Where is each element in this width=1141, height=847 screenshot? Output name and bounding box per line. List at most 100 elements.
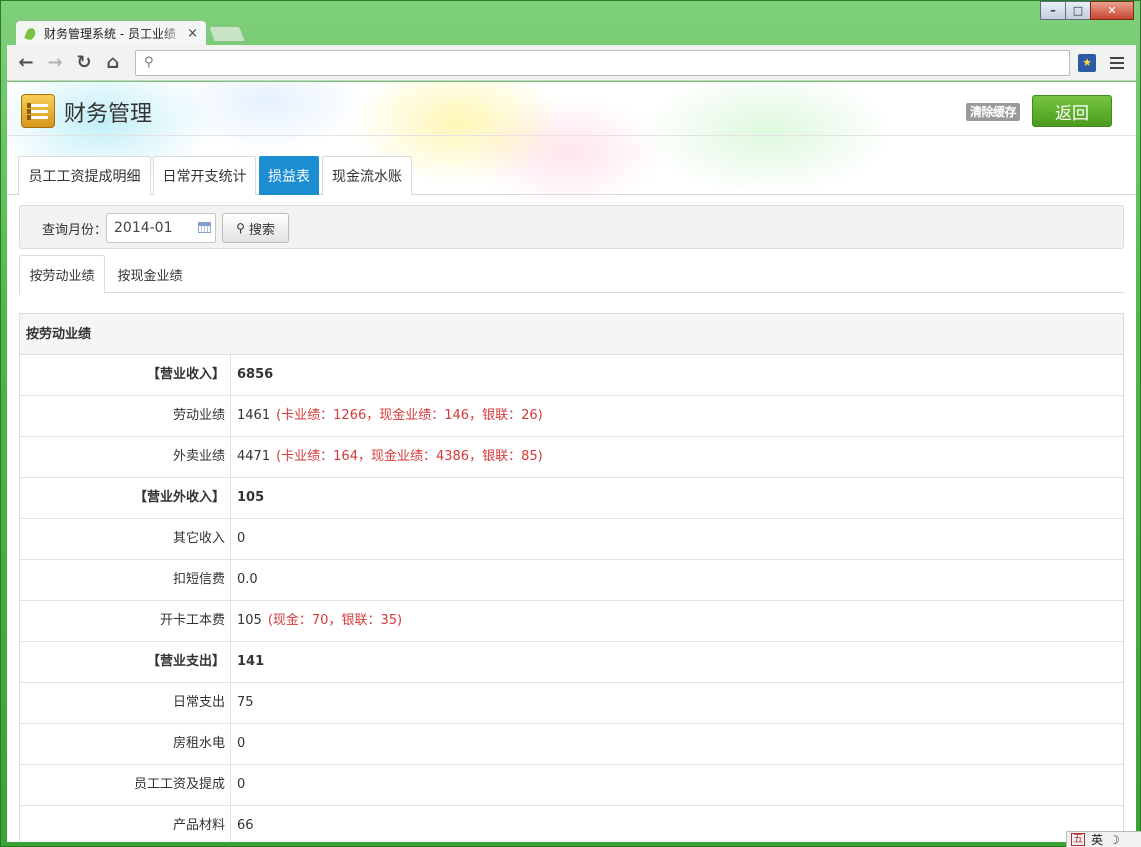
search-button-label: 搜索 xyxy=(248,222,275,238)
row-label: 【营业收入】 xyxy=(20,355,231,395)
month-input[interactable]: 2014-01 xyxy=(106,213,216,243)
window-controls: – □ ✕ xyxy=(1040,1,1134,20)
row-value: 105 xyxy=(237,490,265,505)
profit-loss-table: 【营业收入】 6856 劳动业绩 1461 (卡业绩：1266，现金业绩：146，银联：… xyxy=(20,355,1123,842)
row-label: 房租水电 xyxy=(20,724,231,764)
clear-cache-button[interactable]: 清除缓存 xyxy=(966,103,1021,121)
row-label: 【营业外收入】 xyxy=(20,478,231,518)
search-bar: 查询月份： 2014-01 ⚲ 搜索 xyxy=(19,205,1124,249)
row-label: 开卡工本费 xyxy=(20,601,231,641)
page-content: 财务管理 清除缓存 返回 员工工资提成明细 日常开支统计 损益表 现金流水账 查… xyxy=(7,82,1136,842)
app-header: 财务管理 清除缓存 返回 xyxy=(7,82,1136,136)
row-value-cell: 105 xyxy=(231,478,264,518)
row-value-cell: 105 (现金：70，银联：35) xyxy=(231,601,402,641)
moon-icon: ☽ xyxy=(1109,832,1120,847)
ime-language: 英 xyxy=(1091,833,1104,847)
close-window-button[interactable]: ✕ xyxy=(1090,1,1134,20)
row-value: 0 xyxy=(237,531,246,546)
profit-loss-panel: 按劳动业绩 【营业收入】 6856 劳动业绩 1461 (卡业绩：1266，现金业绩：1… xyxy=(19,313,1124,842)
table-row: 开卡工本费 105 (现金：70，银联：35) xyxy=(20,601,1123,642)
browser-tab-active[interactable]: 财务管理系统 - 员工业绩 × xyxy=(15,20,207,46)
menu-icon[interactable] xyxy=(1110,56,1124,69)
search-icon: ⚲ xyxy=(236,221,245,235)
table-row: 产品材料 66 xyxy=(20,806,1123,842)
app-logo-icon xyxy=(21,94,55,128)
ime-indicator[interactable]: 五 英 ☽ xyxy=(1066,831,1141,847)
leaf-favicon-icon xyxy=(24,27,38,41)
home-icon[interactable]: ⌂ xyxy=(100,50,126,76)
browser-toolbar: ← → ↻ ⌂ ⚲ ★ xyxy=(7,45,1136,81)
page-title: 财务管理 xyxy=(64,102,153,127)
search-icon: ⚲ xyxy=(144,55,154,70)
table-row: 房租水电 0 xyxy=(20,724,1123,765)
browser-tab-title: 财务管理系统 - 员工业绩 xyxy=(44,27,176,41)
row-value: 4471 xyxy=(237,449,271,464)
table-row: 【营业支出】 141 xyxy=(20,642,1123,683)
table-row: 【营业收入】 6856 xyxy=(20,355,1123,396)
table-row: 员工工资及提成 0 xyxy=(20,765,1123,806)
row-label: 产品材料 xyxy=(20,806,231,842)
tab-close-icon[interactable]: × xyxy=(187,26,198,41)
minimize-button[interactable]: – xyxy=(1040,1,1066,20)
back-arrow-icon[interactable]: ← xyxy=(13,50,39,76)
row-label: 【营业支出】 xyxy=(20,642,231,682)
table-row: 扣短信费 0.0 xyxy=(20,560,1123,601)
new-tab-button[interactable] xyxy=(208,26,246,42)
main-tabs: 员工工资提成明细 日常开支统计 损益表 现金流水账 xyxy=(7,156,1136,195)
row-value: 1461 xyxy=(237,408,271,423)
row-detail: (现金：70，银联：35) xyxy=(267,613,403,628)
table-row: 外卖业绩 4471 (卡业绩：164，现金业绩：4386，银联：85) xyxy=(20,437,1123,478)
tab-by-labor-performance[interactable]: 按劳动业绩 xyxy=(19,255,105,294)
row-label: 扣短信费 xyxy=(20,560,231,600)
ime-mode-icon: 五 xyxy=(1071,833,1085,846)
row-value-cell: 141 xyxy=(231,642,264,682)
sub-tabs: 按劳动业绩 按现金业绩 xyxy=(19,255,1124,294)
row-value: 0 xyxy=(237,736,246,751)
back-button[interactable]: 返回 xyxy=(1032,95,1112,127)
table-row: 其它收入 0 xyxy=(20,519,1123,560)
address-bar[interactable]: ⚲ xyxy=(135,49,1070,76)
row-value-cell: 0 xyxy=(231,519,245,559)
row-value: 0 xyxy=(237,777,246,792)
row-label: 员工工资及提成 xyxy=(20,765,231,805)
table-row: 【营业外收入】 105 xyxy=(20,478,1123,519)
url-input[interactable] xyxy=(159,55,1061,70)
table-row: 日常支出 75 xyxy=(20,683,1123,724)
reload-icon[interactable]: ↻ xyxy=(71,50,97,76)
row-value-cell: 0 xyxy=(231,765,245,805)
row-value: 141 xyxy=(237,654,265,669)
panel-title: 按劳动业绩 xyxy=(20,314,1123,355)
row-detail: (卡业绩：164，现金业绩：4386，银联：85) xyxy=(276,449,543,464)
tab-daily-expenses[interactable]: 日常开支统计 xyxy=(153,156,256,195)
month-value: 2014-01 xyxy=(114,220,173,236)
row-value-cell: 75 xyxy=(231,683,254,723)
row-value: 6856 xyxy=(237,367,274,382)
maximize-button[interactable]: □ xyxy=(1065,1,1091,20)
row-value: 75 xyxy=(237,695,254,710)
tab-profit-loss[interactable]: 损益表 xyxy=(259,156,319,195)
row-value: 66 xyxy=(237,818,254,833)
row-value: 0.0 xyxy=(237,572,258,587)
table-row: 劳动业绩 1461 (卡业绩：1266，现金业绩：146，银联：26) xyxy=(20,396,1123,437)
row-value-cell: 0 xyxy=(231,724,245,764)
bookmark-extension-icon[interactable]: ★ xyxy=(1078,53,1096,72)
forward-arrow-icon[interactable]: → xyxy=(42,50,68,76)
tab-cash-journal[interactable]: 现金流水账 xyxy=(322,156,412,195)
row-value-cell: 6856 xyxy=(231,355,273,395)
row-value: 105 xyxy=(237,613,262,628)
row-detail: (卡业绩：1266，现金业绩：146，银联：26) xyxy=(276,408,543,423)
search-button[interactable]: ⚲ 搜索 xyxy=(222,213,289,243)
row-label: 日常支出 xyxy=(20,683,231,723)
row-value-cell: 1461 (卡业绩：1266，现金业绩：146，银联：26) xyxy=(231,396,543,436)
row-value-cell: 66 xyxy=(231,806,254,842)
row-label: 其它收入 xyxy=(20,519,231,559)
row-label: 劳动业绩 xyxy=(20,396,231,436)
tab-by-cash-performance[interactable]: 按现金业绩 xyxy=(105,255,195,293)
row-label: 外卖业绩 xyxy=(20,437,231,477)
tab-salary-commission[interactable]: 员工工资提成明细 xyxy=(18,156,151,195)
row-value-cell: 0.0 xyxy=(231,560,258,600)
calendar-icon[interactable] xyxy=(198,222,211,233)
browser-window: 财务管理系统 - 员工业绩 × – □ ✕ ← → ↻ ⌂ ⚲ ★ 财务管理 清… xyxy=(0,0,1141,847)
row-value-cell: 4471 (卡业绩：164，现金业绩：4386，银联：85) xyxy=(231,437,543,477)
tab-strip: 财务管理系统 - 员工业绩 × – □ ✕ xyxy=(1,1,1141,46)
